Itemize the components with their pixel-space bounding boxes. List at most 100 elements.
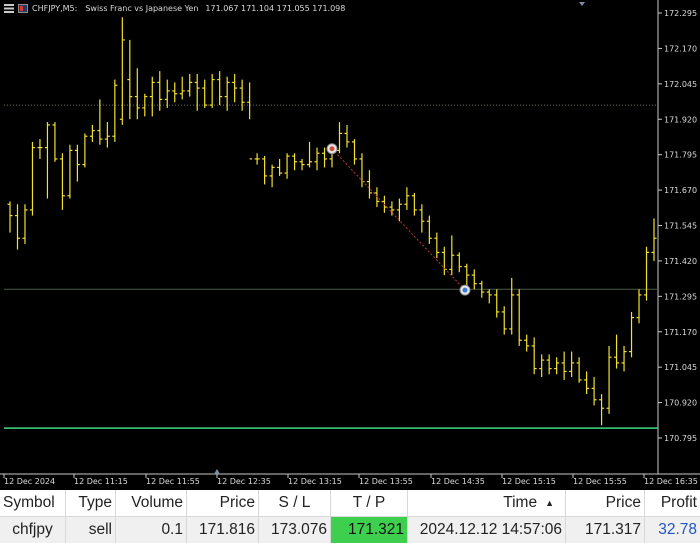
cell-type: sell	[66, 517, 116, 543]
chart-symbol-description: Swiss Franc vs Japanese Yen	[85, 4, 199, 13]
ohlc-bar	[44, 122, 50, 199]
symbol-flag-icon	[18, 4, 28, 13]
menu-icon[interactable]	[4, 4, 14, 13]
time-tick-label: 12 Dec 16:35	[644, 477, 698, 486]
ohlc-bar	[471, 269, 477, 290]
col-current-price[interactable]: Price	[566, 490, 645, 517]
ohlc-bar	[14, 204, 20, 250]
ohlc-bar	[224, 76, 230, 111]
ohlc-bar	[629, 311, 635, 358]
scroll-marker-icon[interactable]	[214, 469, 220, 474]
price-tick-label: 172.045	[664, 80, 697, 89]
price-tick-label: 170.920	[664, 399, 697, 408]
shift-marker-icon[interactable]	[579, 2, 585, 6]
time-tick-label: 12 Dec 11:15	[74, 477, 128, 486]
ohlc-bar	[292, 153, 298, 171]
ohlc-bar	[217, 71, 223, 106]
chart-ohlc: 171.067 171.104 171.055 171.098	[205, 4, 346, 13]
ohlc-bar	[374, 187, 380, 208]
ohlc-bar	[112, 79, 118, 142]
time-tick-label: 12 Dec 2024	[4, 477, 55, 486]
trade-table[interactable]: Symbol Type Volume Price S / L T / P Tim…	[0, 490, 700, 543]
col-volume-label: Volume	[131, 494, 183, 511]
col-open-price[interactable]: Price	[187, 490, 259, 517]
ohlc-bar	[187, 73, 193, 97]
ohlc-bar	[157, 71, 163, 111]
cell-profit: 32.78	[658, 521, 697, 538]
ohlc-bar	[142, 93, 148, 117]
col-time[interactable]: Time ▲	[408, 490, 566, 517]
trade-path-line	[331, 148, 466, 291]
ohlc-bar	[606, 345, 612, 414]
ohlc-bar	[531, 337, 537, 375]
ohlc-bar	[644, 246, 650, 301]
cell-stop-loss[interactable]: 173.076	[259, 517, 331, 543]
cell-volume: 0.1	[116, 517, 187, 543]
ohlc-bar	[37, 139, 43, 159]
price-tick-label: 171.670	[664, 186, 697, 195]
ohlc-bar	[591, 377, 597, 406]
ohlc-bar	[239, 79, 245, 111]
ohlc-bar	[441, 246, 447, 276]
ohlc-bar	[464, 263, 470, 287]
ohlc-bar	[59, 153, 65, 210]
ohlc-bar	[127, 39, 133, 120]
col-symbol[interactable]: Symbol	[0, 490, 66, 517]
ohlc-bar	[232, 73, 238, 103]
price-tick-label: 171.045	[664, 363, 697, 372]
ohlc-bar	[104, 122, 110, 148]
ohlc-bar	[209, 73, 215, 108]
table-row[interactable]: chfjpy sell 0.1 171.816 173.076 171.321 …	[0, 517, 700, 543]
ohlc-bar	[149, 76, 155, 117]
ohlc-bar	[7, 201, 13, 233]
table-header-row: Symbol Type Volume Price S / L T / P Tim…	[0, 490, 700, 517]
chart-window[interactable]: 172.295 172.170 172.045 171.920 171.795 171.6…	[0, 0, 700, 490]
ohlc-bar	[576, 357, 582, 383]
price-tick-label: 172.295	[664, 9, 697, 18]
ohlc-bar	[516, 289, 522, 346]
cell-symbol: chfjpy	[0, 517, 66, 543]
cell-take-profit[interactable]: 171.321	[331, 517, 408, 543]
ohlc-bar	[426, 215, 432, 244]
ohlc-bar	[299, 158, 305, 171]
ohlc-bar	[584, 371, 590, 395]
ohlc-bar	[411, 192, 417, 216]
ohlc-bar	[554, 357, 560, 375]
ohlc-bar	[621, 345, 627, 372]
ohlc-bar	[22, 204, 28, 244]
col-stop-loss-label: S / L	[278, 494, 311, 511]
ohlc-bar	[509, 277, 515, 335]
ohlc-bar	[636, 289, 642, 324]
ohlc-bar	[449, 235, 455, 276]
col-profit-label: Profit	[660, 494, 697, 511]
price-chart[interactable]: 172.295 172.170 172.045 171.920 171.795 171.6…	[0, 0, 700, 490]
time-tick-label: 12 Dec 15:55	[573, 477, 627, 486]
ohlc-bar	[67, 144, 73, 199]
ohlc-bar	[119, 17, 125, 125]
ohlc-bar	[546, 354, 552, 375]
col-open-price-label: Price	[219, 494, 255, 511]
price-tick-label: 171.170	[664, 328, 697, 337]
ohlc-bar	[359, 153, 365, 188]
ohlc-bar	[434, 232, 440, 259]
ohlc-bar	[351, 139, 357, 165]
col-type[interactable]: Type	[66, 490, 116, 517]
entry-marker-dot	[329, 146, 335, 152]
col-stop-loss[interactable]: S / L	[259, 490, 331, 517]
price-tick-label: 170.795	[664, 434, 697, 443]
col-type-label: Type	[78, 494, 112, 511]
ohlc-bar	[284, 153, 290, 179]
ohlc-bar	[247, 82, 253, 160]
col-profit[interactable]: Profit	[645, 490, 700, 517]
col-volume[interactable]: Volume	[116, 490, 187, 517]
ohlc-bar	[344, 124, 350, 148]
ohlc-bar	[202, 79, 208, 108]
ohlc-bar	[396, 198, 402, 222]
col-symbol-label: Symbol	[3, 494, 55, 511]
ohlc-bar	[486, 289, 492, 304]
ohlc-bar	[404, 187, 410, 210]
ohlc-bar	[307, 141, 313, 168]
time-tick-label: 12 Dec 14:35	[431, 477, 485, 486]
col-take-profit[interactable]: T / P	[331, 490, 408, 517]
ohlc-bar	[599, 394, 605, 426]
